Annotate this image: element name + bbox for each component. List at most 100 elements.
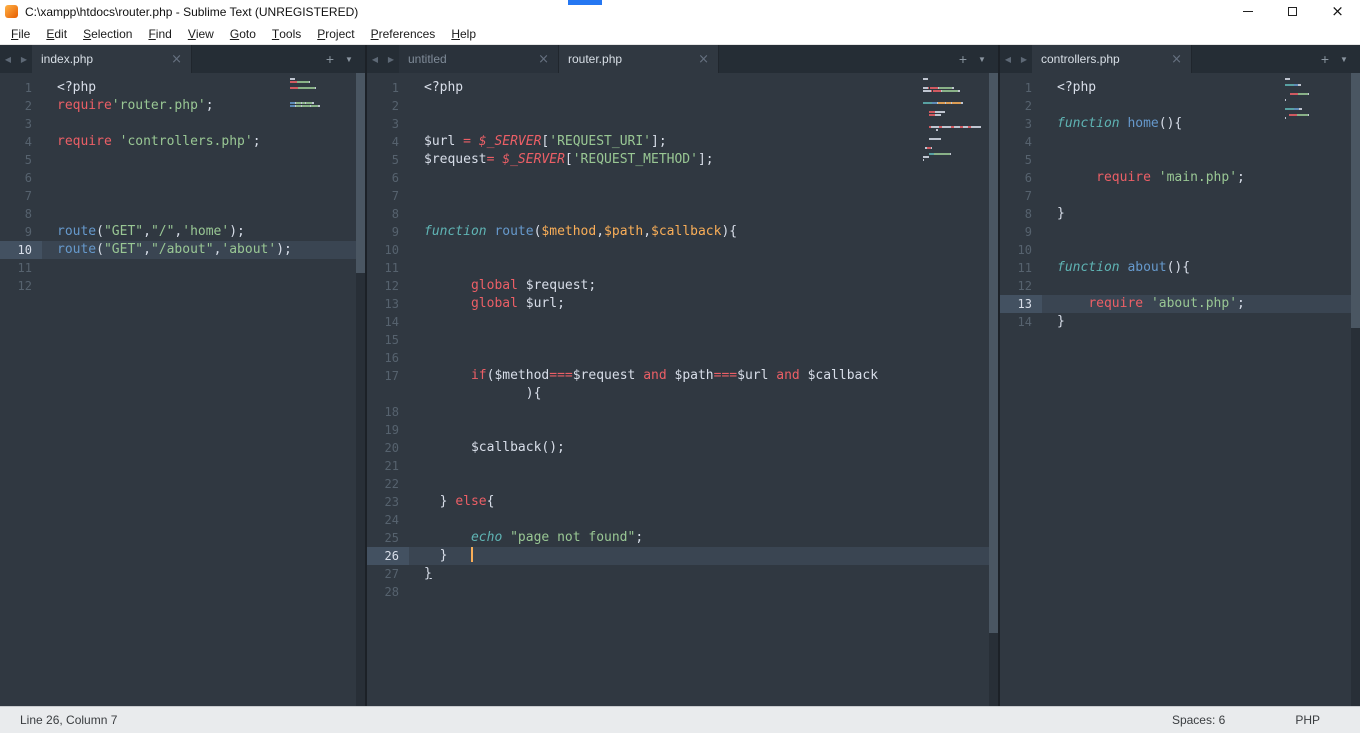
code-line: 3 [367, 115, 998, 133]
minimap-line [923, 132, 985, 134]
tab-close-icon[interactable]: × [171, 52, 182, 67]
indentation-indicator[interactable]: Spaces: 6 [1172, 713, 1225, 727]
minimap-line [290, 108, 352, 110]
code-line: 12 [1000, 277, 1360, 295]
menu-item-selection[interactable]: Selection [75, 23, 140, 44]
vertical-scrollbar[interactable] [356, 73, 365, 706]
menubar: File Edit Selection Find View Goto Tools Projec… [0, 23, 1360, 45]
minimap-line [923, 114, 985, 116]
line-number: 27 [384, 567, 399, 581]
menu-item-find[interactable]: Find [140, 23, 179, 44]
menu-item-goto[interactable]: Goto [222, 23, 264, 44]
line-number: 22 [384, 477, 399, 491]
new-tab-button[interactable]: + [320, 45, 340, 73]
minimap-line [923, 117, 985, 119]
tab-untitled[interactable]: untitled × [399, 45, 559, 73]
code-token: ; [1237, 296, 1245, 311]
code-token: require [1088, 296, 1151, 311]
menu-item-project[interactable]: Project [309, 23, 362, 44]
code-line: 24 [367, 511, 998, 529]
vertical-scrollbar[interactable] [989, 73, 998, 706]
line-number: 13 [1000, 295, 1042, 313]
line-number: 11 [1017, 261, 1032, 275]
minimap-line [290, 102, 352, 104]
minimap[interactable] [1285, 78, 1347, 120]
code-token: "/" [150, 224, 175, 239]
minimap-line [923, 87, 985, 89]
minimap-line [1285, 96, 1347, 98]
code-line: 18 [367, 403, 998, 421]
line-number: 4 [1024, 135, 1032, 149]
menu-item-edit[interactable]: Edit [38, 23, 75, 44]
tab-overflow-button[interactable]: ▼ [340, 45, 358, 73]
code-token: function [1057, 116, 1128, 131]
line-number: 7 [391, 189, 399, 203]
line-number [367, 385, 409, 403]
code-text: } [1042, 205, 1360, 223]
code-token: ( [96, 242, 104, 257]
menu-item-help[interactable]: Help [443, 23, 484, 44]
line-number: 6 [24, 171, 32, 185]
editor-pane-right: ◀ ▶ controllers.php × + ▼ 1 <?php 2 3 function hom… [1000, 45, 1360, 706]
tab-scroll-right-icon[interactable]: ▶ [16, 45, 32, 73]
maximize-button[interactable] [1270, 0, 1315, 23]
code-text: require 'controllers.php'; [42, 133, 365, 151]
scrollbar-thumb[interactable] [356, 73, 365, 273]
cursor-position-label: Line 26, Column 7 [20, 713, 118, 727]
tab-scroll-right-icon[interactable]: ▶ [1016, 45, 1032, 73]
minimap-line [923, 159, 985, 161]
menu-item-tools[interactable]: Tools [264, 23, 309, 44]
tab-router-php[interactable]: router.php × [559, 45, 719, 73]
menu-item-file[interactable]: File [3, 23, 38, 44]
code-token: ); [229, 224, 245, 239]
tab-scroll-left-icon[interactable]: ◀ [0, 45, 16, 73]
syntax-indicator[interactable]: PHP [1295, 713, 1320, 727]
tab-overflow-button[interactable]: ▼ [1335, 45, 1353, 73]
tab-close-icon[interactable]: × [1171, 52, 1182, 67]
minimap[interactable] [290, 78, 352, 114]
code-token: global [470, 278, 518, 293]
code-area: 1 <?php 2 3 4 $url = $_SERVER['REQUEST_URI'];… [367, 73, 998, 706]
code-token: $path [666, 368, 714, 383]
tab-close-icon[interactable]: × [698, 52, 709, 67]
code-token: "GET" [103, 242, 144, 257]
editor-pane-left: ◀ ▶ index.php × + ▼ 1 <?php 2 require'router.php'… [0, 45, 367, 706]
minimap-line [1285, 99, 1347, 101]
tab-overflow-button[interactable]: ▼ [973, 45, 991, 73]
tab-close-icon[interactable]: × [538, 52, 549, 67]
minimap[interactable] [923, 78, 985, 165]
menu-item-view[interactable]: View [180, 23, 222, 44]
line-number: 10 [0, 241, 42, 259]
menu-item-preferences[interactable]: Preferences [363, 23, 444, 44]
new-tab-button[interactable]: + [1315, 45, 1335, 73]
code-token: 'REQUEST_METHOD' [572, 152, 698, 167]
vertical-scrollbar[interactable] [1351, 73, 1360, 706]
tab-scroll-right-icon[interactable]: ▶ [383, 45, 399, 73]
line-number: 11 [384, 261, 399, 275]
code-line: 14} [1000, 313, 1360, 331]
minimize-button[interactable] [1225, 0, 1270, 23]
code-text: require 'main.php'; [1042, 169, 1360, 187]
new-tab-button[interactable]: + [953, 45, 973, 73]
line-number: 3 [391, 117, 399, 131]
scrollbar-thumb[interactable] [989, 73, 998, 633]
tab-index-php[interactable]: index.php × [32, 45, 192, 73]
code-line: 19 [367, 421, 998, 439]
tab-scroll-left-icon[interactable]: ◀ [1000, 45, 1016, 73]
tab-controllers-php[interactable]: controllers.php × [1032, 45, 1192, 73]
scrollbar-thumb[interactable] [1351, 73, 1360, 328]
code-line: 14 [367, 313, 998, 331]
tab-scroll-left-icon[interactable]: ◀ [367, 45, 383, 73]
close-button[interactable]: × [1315, 0, 1360, 23]
code-token: require [57, 134, 120, 149]
minimap-line [1285, 81, 1347, 83]
code-token: $url [424, 134, 464, 149]
